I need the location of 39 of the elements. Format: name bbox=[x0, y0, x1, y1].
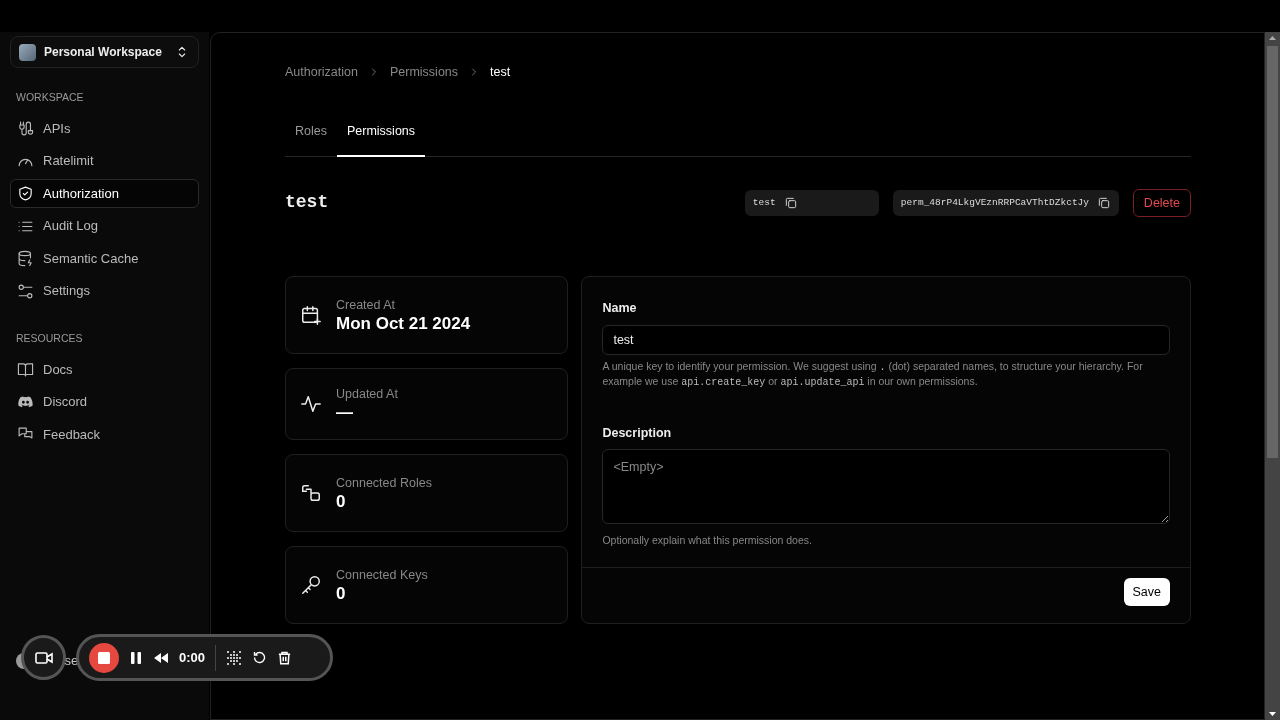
sidebar-item[interactable]: Authorization bbox=[10, 178, 199, 209]
breadcrumb-current: test bbox=[490, 64, 511, 81]
stat-label: Updated At bbox=[336, 385, 398, 403]
sidebar-item[interactable]: APIs bbox=[10, 113, 199, 144]
sidebar-item[interactable]: Ratelimit bbox=[10, 146, 199, 176]
sidebar-item[interactable]: Semantic Cache bbox=[10, 243, 199, 274]
save-button[interactable]: Save bbox=[1123, 577, 1170, 607]
sidebar-item[interactable]: Discord bbox=[10, 387, 199, 417]
breadcrumb-link[interactable]: Permissions bbox=[389, 63, 459, 82]
timer: 0:00 bbox=[179, 648, 206, 667]
field-label: Name bbox=[602, 300, 638, 318]
stat-label: Connected Keys bbox=[336, 566, 428, 584]
stat-label: Connected Roles bbox=[336, 474, 432, 492]
workspace-name: Personal Workspace bbox=[44, 44, 163, 61]
tab[interactable]: Permissions bbox=[336, 121, 426, 157]
stat-value: 0 bbox=[336, 584, 347, 605]
section-heading: WORKSPACE bbox=[16, 90, 85, 105]
page-title: test bbox=[285, 191, 330, 215]
name-input[interactable]: test bbox=[602, 324, 1170, 356]
sidebar-item[interactable]: Docs bbox=[10, 354, 199, 384]
sidebar-item[interactable]: Audit Log bbox=[10, 211, 199, 241]
field-label: Description bbox=[602, 424, 673, 442]
tab[interactable]: Roles bbox=[285, 121, 337, 157]
description-input[interactable]: <Empty> bbox=[602, 448, 1170, 524]
user-name: se bbox=[64, 652, 79, 670]
copy-field[interactable]: perm_48rP4LkgVEznRRPCaVThtDZkctJy bbox=[892, 189, 1119, 216]
copy-field[interactable]: test bbox=[744, 189, 879, 216]
delete-button[interactable]: Delete bbox=[1132, 188, 1191, 218]
sidebar-item[interactable]: Settings bbox=[10, 276, 199, 306]
breadcrumb-link[interactable]: Authorization bbox=[285, 63, 358, 82]
section-heading: RESOURCES bbox=[16, 330, 84, 346]
sidebar-item[interactable]: Feedback bbox=[10, 419, 199, 449]
workspace-switcher[interactable]: Personal Workspace bbox=[10, 36, 199, 68]
stat-value: — bbox=[336, 403, 354, 424]
help-text: Optionally explain what this permission does. bbox=[602, 532, 813, 547]
help-text: A unique key to identify your permission. We suggest using . (dot) separated names, to structure your hierarchy. For example we use api.create_key or api.update_api in our own permissions. bbox=[602, 358, 1144, 390]
stat-value: 0 bbox=[336, 492, 347, 513]
stat-value: Mon Oct 21 2024 bbox=[336, 314, 471, 335]
stat-label: Created At bbox=[336, 296, 397, 314]
